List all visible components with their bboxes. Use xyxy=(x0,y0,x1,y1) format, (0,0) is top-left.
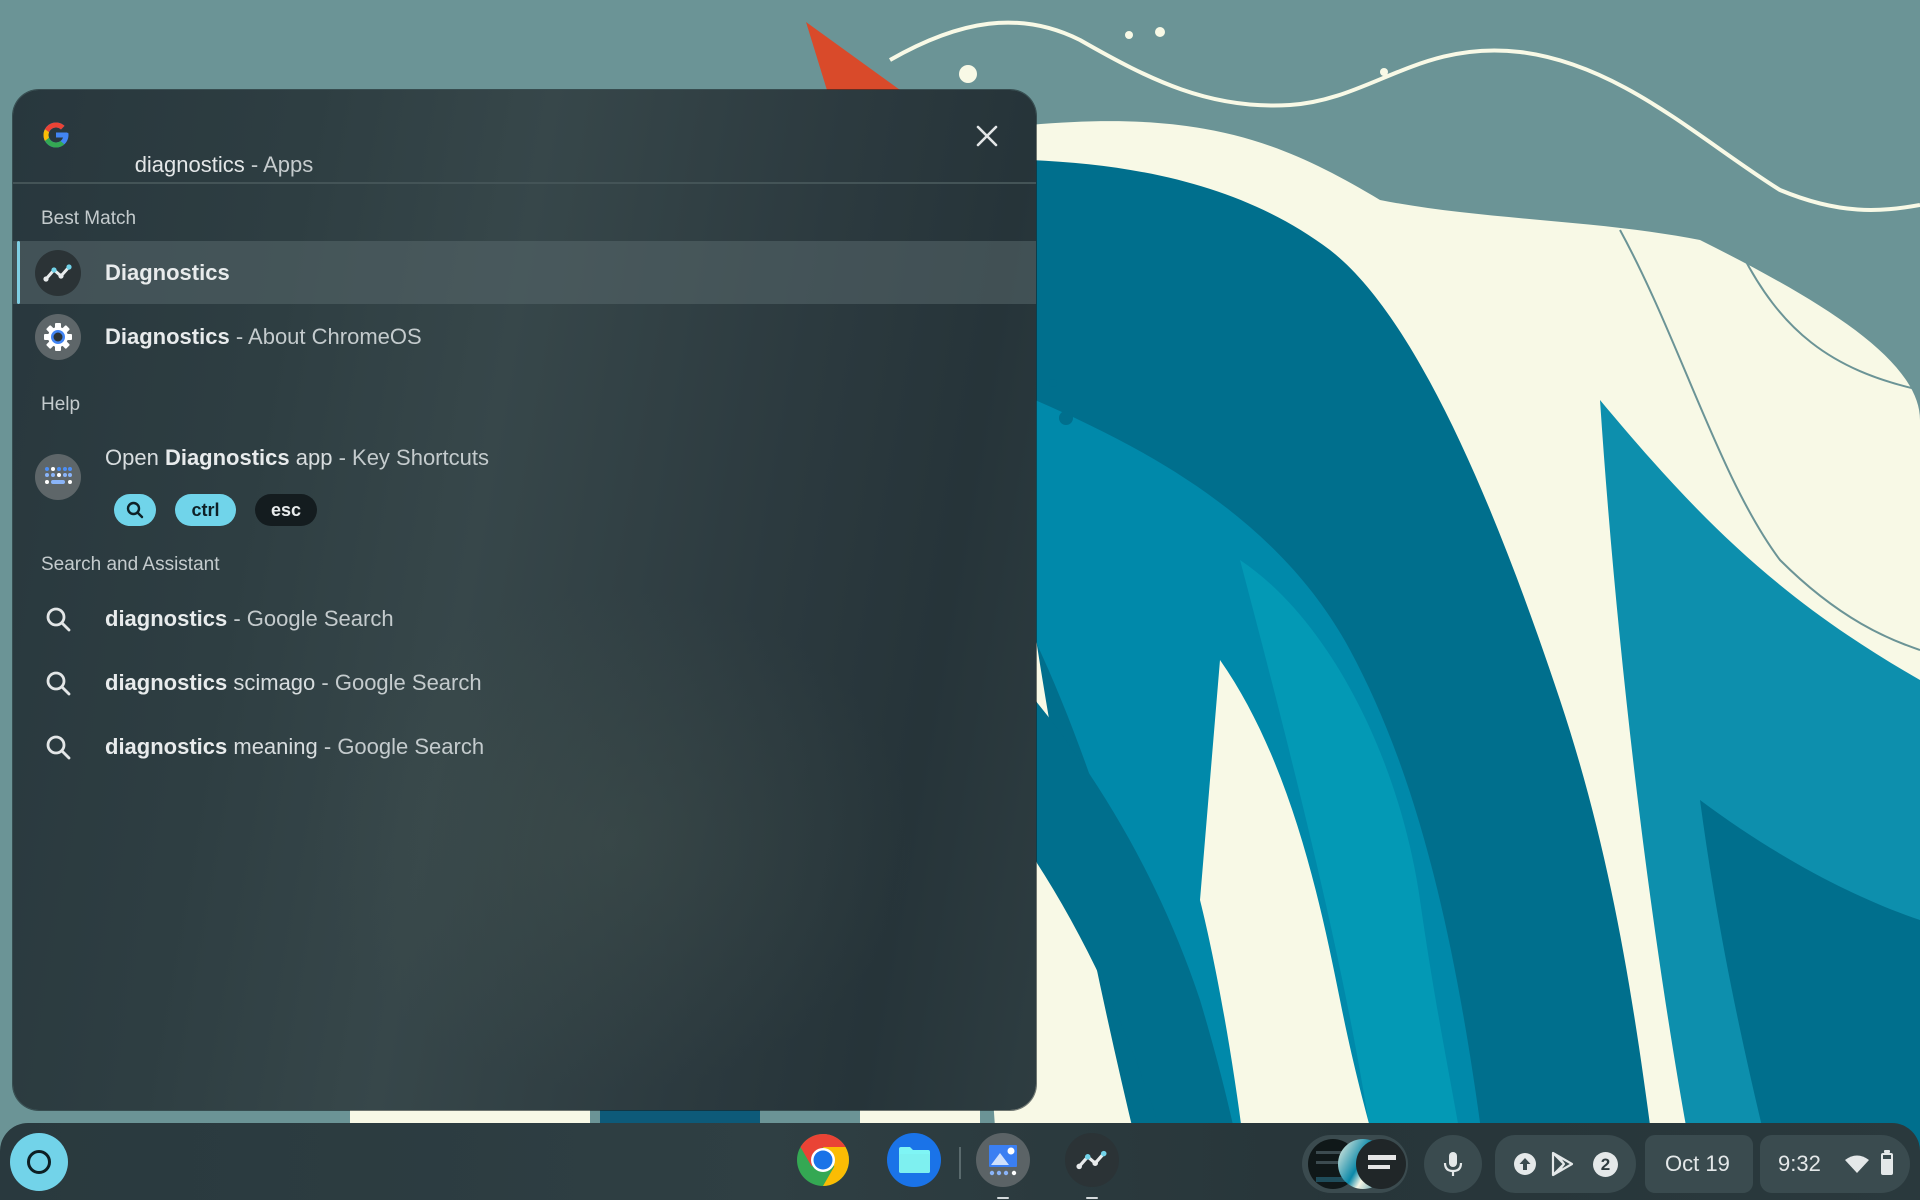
suggestion-rest: - Google Search xyxy=(227,606,394,631)
suggestion-title: diagnostics scimago - Google Search xyxy=(105,670,482,696)
section-label-help: Help xyxy=(41,394,81,415)
suggestion-title: diagnostics meaning - Google Search xyxy=(105,734,484,760)
search-query-text: diagnostics xyxy=(134,152,245,177)
search-icon xyxy=(46,671,71,696)
close-search-button[interactable] xyxy=(970,119,1004,153)
shelf-app-diagnostics[interactable] xyxy=(1065,1133,1119,1199)
search-key-icon xyxy=(126,501,144,519)
keyboard-icon xyxy=(35,454,81,500)
result-title-rest: - Key Shortcuts xyxy=(332,445,489,470)
launcher-icon xyxy=(27,1150,51,1174)
suggestion-rest: - Google Search xyxy=(317,734,485,759)
shelf-separator xyxy=(959,1147,961,1179)
suggestion-bold: diagnostics xyxy=(105,670,228,695)
diagnostics-app-icon xyxy=(35,250,81,296)
key-chip-esc: esc xyxy=(255,494,317,526)
running-indicator xyxy=(997,1197,1009,1199)
search-query[interactable]: diagnostics - Apps xyxy=(98,120,314,210)
suggestion-normal: scimago xyxy=(227,670,316,695)
holding-thumbnail xyxy=(1356,1139,1406,1189)
launcher-button[interactable] xyxy=(10,1133,68,1191)
upload-icon xyxy=(1514,1153,1536,1175)
suggestion-bold: diagnostics xyxy=(105,606,228,631)
result-title-bold: Diagnostics xyxy=(105,324,230,349)
result-title: Open Diagnostics app - Key Shortcuts xyxy=(105,445,489,471)
result-diagnostics-app[interactable]: Diagnostics xyxy=(13,241,1036,304)
battery-icon xyxy=(1881,1150,1893,1175)
settings-gear-icon xyxy=(35,314,81,360)
gallery-icon xyxy=(989,1145,1017,1176)
close-icon xyxy=(976,125,998,147)
suggestion-normal: meaning xyxy=(227,734,318,759)
result-title-suffix: app xyxy=(289,445,333,470)
shelf-app-chrome[interactable] xyxy=(796,1133,850,1187)
search-category: - Apps xyxy=(244,152,314,177)
google-logo-icon xyxy=(43,122,69,148)
result-title-rest: - About ChromeOS xyxy=(229,324,422,349)
launcher-search-panel: diagnostics - Apps Best Match Diagnostic… xyxy=(13,90,1036,1110)
wifi-icon xyxy=(1845,1155,1869,1173)
play-store-icon xyxy=(1551,1151,1574,1177)
diagnostics-icon xyxy=(1076,1150,1107,1170)
files-folder-icon xyxy=(899,1147,930,1173)
date-tray[interactable]: Oct 19 xyxy=(1645,1135,1753,1193)
section-label-best-match: Best Match xyxy=(41,208,137,229)
microphone-icon xyxy=(1443,1152,1463,1176)
result-diagnostics-about-chromeos[interactable]: Diagnostics - About ChromeOS xyxy=(13,305,1036,368)
search-icon xyxy=(46,735,71,760)
holding-space-tray[interactable] xyxy=(1302,1135,1408,1193)
search-divider xyxy=(13,182,1036,184)
notification-count-badge: 2 xyxy=(1593,1152,1618,1177)
result-title: Diagnostics - About ChromeOS xyxy=(105,324,422,350)
search-suggestion[interactable]: diagnostics meaning - Google Search xyxy=(13,719,1036,775)
chrome-icon xyxy=(797,1134,849,1186)
search-icon xyxy=(46,607,71,632)
search-box[interactable]: diagnostics - Apps xyxy=(13,90,1036,183)
key-chip-ctrl: ctrl xyxy=(175,494,236,526)
shelf: 2 Oct 19 9:32 xyxy=(0,1123,1920,1200)
result-title-bold: Diagnostics xyxy=(105,260,230,285)
running-indicator xyxy=(1086,1197,1098,1199)
shelf-app-files[interactable] xyxy=(887,1133,941,1187)
date-text: Oct 19 xyxy=(1665,1151,1730,1176)
dictation-button[interactable] xyxy=(1424,1135,1482,1193)
notification-count: 2 xyxy=(1600,1154,1611,1174)
suggestion-rest: - Google Search xyxy=(315,670,482,695)
result-title: Diagnostics xyxy=(105,260,230,286)
notification-tray[interactable]: 2 xyxy=(1495,1135,1636,1193)
shelf-app-gallery[interactable] xyxy=(976,1133,1030,1199)
result-title-prefix: Open xyxy=(105,445,165,470)
search-suggestion[interactable]: diagnostics - Google Search xyxy=(13,591,1036,647)
result-title-bold: Diagnostics xyxy=(164,445,290,470)
result-key-shortcut[interactable]: Open Diagnostics app - Key Shortcuts ctr… xyxy=(13,431,1036,526)
suggestion-bold: diagnostics xyxy=(105,734,228,759)
system-tray[interactable]: 9:32 xyxy=(1760,1135,1910,1193)
section-label-search-assistant: Search and Assistant xyxy=(41,554,220,575)
suggestion-title: diagnostics - Google Search xyxy=(105,606,394,632)
key-chip-search xyxy=(114,494,156,526)
time-text: 9:32 xyxy=(1778,1151,1821,1176)
search-suggestion[interactable]: diagnostics scimago - Google Search xyxy=(13,655,1036,711)
